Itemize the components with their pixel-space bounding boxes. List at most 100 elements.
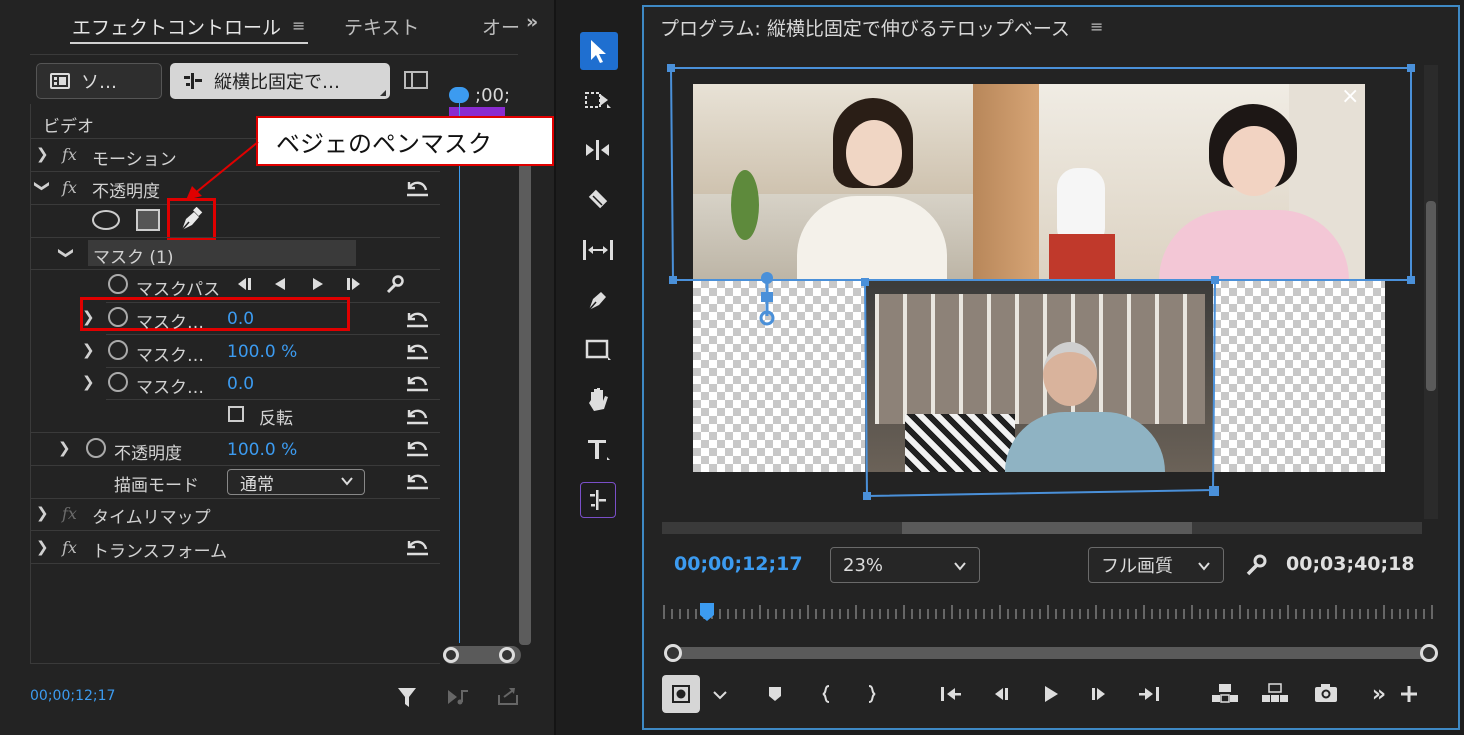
pen-icon[interactable] (578, 280, 618, 320)
expand-mask-expansion-icon[interactable]: ❯ (82, 373, 95, 391)
tab-text[interactable]: テキスト (344, 13, 419, 40)
track-prev-frame-icon[interactable] (234, 276, 254, 292)
go-to-out-icon[interactable] (1134, 681, 1164, 707)
bezier-pen-mask-icon[interactable] (178, 207, 204, 233)
zoom-handle-right[interactable] (499, 647, 515, 663)
vertical-scrollbar[interactable] (519, 125, 531, 645)
safe-margins-button[interactable] (662, 675, 700, 713)
video-canvas[interactable]: × (661, 60, 1419, 520)
expand-transform-icon[interactable]: ❯ (36, 538, 49, 556)
time-ruler[interactable] (662, 599, 1438, 621)
selection-icon[interactable] (578, 31, 618, 71)
sequence-clip-button[interactable]: 縦横比固定で… (170, 63, 390, 99)
program-menu-icon[interactable]: ≡ (1090, 17, 1103, 36)
ripple-edit-icon[interactable] (578, 130, 618, 170)
mask-opacity-value[interactable]: 100.0 % (227, 342, 297, 362)
reset-icon[interactable] (404, 537, 430, 557)
reset-icon[interactable] (404, 438, 430, 458)
expand-motion-icon[interactable]: ❯ (36, 145, 49, 163)
reset-icon[interactable] (404, 341, 430, 361)
mark-in-icon[interactable] (814, 681, 838, 707)
ellipse-mask-icon[interactable] (92, 210, 120, 230)
expand-opacity-param-icon[interactable]: ❯ (58, 439, 71, 457)
reset-icon[interactable] (404, 406, 430, 426)
rectangle-mask-icon[interactable] (136, 209, 160, 231)
overflow-icon[interactable]: » (1366, 681, 1392, 707)
collapse-opacity-icon[interactable]: ❯ (33, 180, 51, 193)
chevron-down-icon[interactable] (708, 683, 732, 707)
horizontal-scroll-track[interactable] (662, 522, 1422, 534)
current-timecode[interactable]: 00;00;12;17 (674, 553, 803, 575)
tab-effect-controls[interactable]: エフェクトコントロール (72, 13, 281, 40)
tab-audio[interactable]: オー (482, 13, 520, 40)
track-next-frame-icon[interactable] (344, 276, 364, 292)
extract-icon[interactable] (1258, 679, 1292, 707)
reset-icon[interactable] (404, 471, 430, 491)
program-monitor: プログラム: 縦横比固定で伸びるテロップベース ≡ × 00;00;12;17 … (642, 5, 1460, 730)
tabs-overflow-icon[interactable]: » (526, 11, 538, 33)
wrench-icon[interactable] (1244, 553, 1268, 577)
stopwatch-icon[interactable] (108, 340, 128, 360)
collapse-mask-icon[interactable]: ❯ (57, 247, 75, 260)
mark-out-icon[interactable] (860, 681, 884, 707)
row-divider (30, 204, 440, 205)
go-to-in-icon[interactable] (936, 681, 966, 707)
source-clip-button[interactable]: ソ… (36, 63, 162, 99)
reset-icon[interactable] (404, 178, 430, 198)
auto-reframe-icon[interactable] (578, 480, 618, 520)
expand-mask-opacity-icon[interactable]: ❯ (82, 341, 95, 359)
expand-time-remap-icon[interactable]: ❯ (36, 504, 49, 522)
fx-opacity-icon[interactable]: fx (62, 178, 77, 197)
opacity-param-value[interactable]: 100.0 % (227, 440, 297, 460)
type-icon[interactable] (578, 430, 618, 470)
stopwatch-icon[interactable] (108, 372, 128, 392)
fx-transform-icon[interactable]: fx (62, 538, 77, 557)
stopwatch-icon[interactable] (86, 438, 106, 458)
play-icon[interactable] (1038, 681, 1064, 707)
zoom-bar[interactable] (668, 647, 1436, 659)
fx-motion-icon[interactable]: fx (62, 145, 77, 164)
track-forward-icon[interactable] (310, 276, 326, 292)
track-select-icon[interactable] (578, 80, 618, 120)
section-video-label: ビデオ (43, 117, 94, 137)
frame-bottom-edge (30, 663, 440, 664)
zoom-select[interactable]: 23% (830, 547, 980, 583)
zoom-bar-handle-left[interactable] (664, 644, 682, 662)
row-divider (30, 237, 440, 238)
mask-feather-value[interactable]: 0.0 (227, 309, 254, 329)
mask-expansion-value[interactable]: 0.0 (227, 374, 254, 394)
vertical-scroll-thumb[interactable] (1426, 201, 1436, 391)
tools-panel (560, 0, 640, 735)
mini-timeline[interactable]: ;00; (441, 85, 533, 664)
export-icon (496, 685, 520, 707)
blend-mode-select[interactable]: 通常 (227, 469, 365, 495)
step-forward-icon[interactable] (1086, 681, 1112, 707)
track-backward-icon[interactable] (272, 276, 288, 292)
vertical-scroll-track[interactable] (1424, 65, 1438, 519)
zoom-bar-handle-right[interactable] (1420, 644, 1438, 662)
add-button-icon[interactable] (1396, 681, 1422, 707)
stopwatch-icon[interactable] (108, 274, 128, 294)
razor-icon[interactable] (578, 180, 618, 220)
inverted-checkbox[interactable] (228, 406, 244, 422)
horizontal-scroll-thumb[interactable] (902, 522, 1192, 534)
slip-icon[interactable] (578, 230, 618, 270)
quality-select[interactable]: フル画質 (1088, 547, 1224, 583)
wrench-icon[interactable] (384, 274, 404, 294)
hand-icon[interactable] (578, 380, 618, 420)
toggle-timeline-icon[interactable] (404, 70, 428, 90)
add-marker-icon[interactable] (762, 681, 788, 707)
transform-handles[interactable] (661, 60, 1419, 520)
playhead-handle[interactable] (449, 87, 469, 103)
filter-icon[interactable] (396, 685, 418, 709)
rectangle-icon[interactable] (578, 330, 618, 370)
lift-icon[interactable] (1208, 679, 1242, 707)
reset-icon[interactable] (404, 373, 430, 393)
reset-icon[interactable] (404, 309, 430, 329)
export-frame-icon[interactable] (1310, 679, 1342, 707)
step-back-icon[interactable] (988, 681, 1014, 707)
stopwatch-icon[interactable] (108, 307, 128, 327)
panel-menu-icon[interactable]: ≡ (292, 16, 305, 35)
expand-mask-feather-icon[interactable]: ❯ (82, 308, 95, 326)
zoom-handle-left[interactable] (443, 647, 459, 663)
